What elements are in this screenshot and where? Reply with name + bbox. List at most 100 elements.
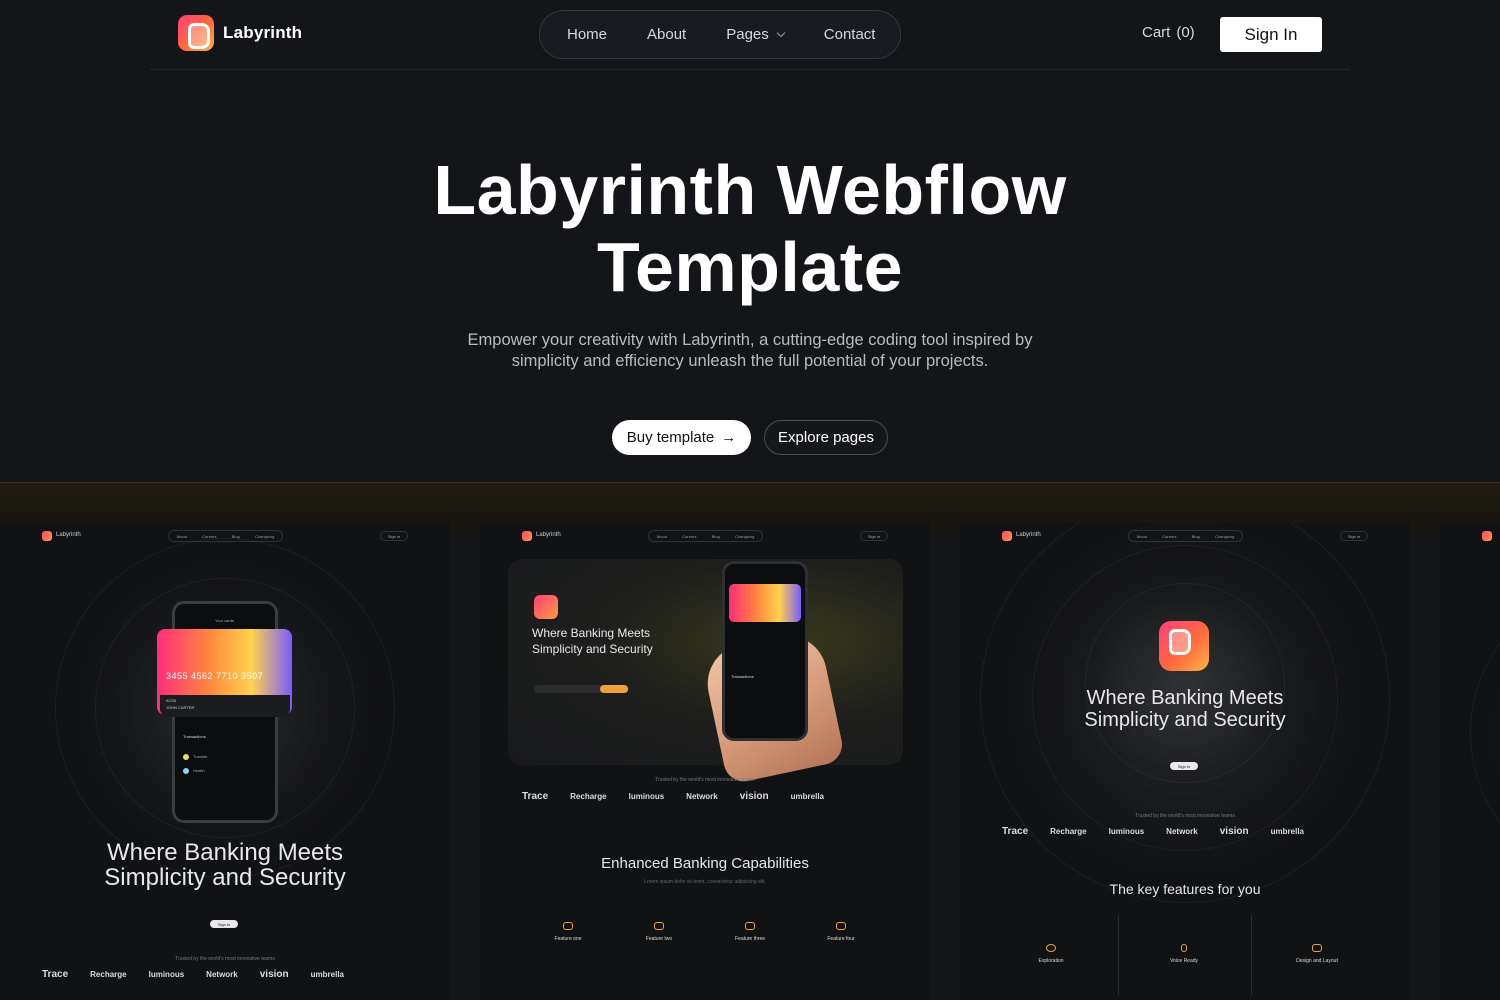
explore-pages-button[interactable]: Explore pages — [764, 420, 888, 455]
sign-in-button[interactable]: Sign In — [1220, 17, 1322, 52]
logo-umbrella: umbrella — [790, 792, 824, 801]
compass-icon — [1046, 944, 1056, 952]
transactions-label: Transactions — [183, 734, 206, 739]
menu-item-label: About — [647, 26, 687, 43]
mini-logo-icon — [1482, 531, 1492, 541]
logo-vision: vision — [1219, 826, 1249, 837]
mini-logo-icon — [1002, 531, 1012, 541]
trusted-text: Trusted by the world's most innovative t… — [175, 956, 275, 962]
trusted-text: Trusted by the world's most innovative t… — [1135, 813, 1235, 819]
menu-item-about[interactable]: About — [647, 26, 686, 43]
logo-luminous: luminous — [148, 970, 185, 979]
mini-logo-icon — [42, 531, 52, 541]
preview-card-home-1[interactable]: Labyrinth About Careers Blog Changelog S… — [0, 523, 450, 1000]
preview-card-home-2[interactable]: Labyrinth About Careers Blog Changelog S… — [480, 523, 930, 1000]
buy-template-label: Buy template — [626, 429, 715, 446]
phone-header: Your cards — [215, 618, 234, 623]
app-logo-icon — [1159, 621, 1209, 671]
menu-item-label: Contact — [823, 26, 876, 43]
feature-icon — [745, 922, 755, 930]
glow-rings — [1470, 583, 1500, 883]
preview-card-home-4[interactable] — [1440, 523, 1500, 1000]
feature-item: Feature two — [624, 922, 694, 942]
headline-line: Where Banking Meets — [1086, 687, 1284, 709]
mini-signin: Sign in — [380, 531, 408, 541]
phone-mockup: Transactions — [722, 561, 808, 741]
panel-headline: Where Banking Meets Simplicity and Secur… — [532, 625, 682, 657]
mini-brand: Labyrinth — [56, 532, 81, 538]
menu-item-pages[interactable]: Pages — [726, 26, 786, 43]
feature-title: Feature two — [645, 936, 673, 942]
preview-card-home-3[interactable]: Labyrinth About Careers Blog Changelog S… — [960, 523, 1410, 1000]
partner-logos: Trace Recharge luminous Network vision u… — [1002, 826, 1326, 837]
logo-recharge: Recharge — [1050, 827, 1087, 836]
logo-luminous: luminous — [1108, 827, 1145, 836]
mini-signin-pill: Sign in — [1170, 762, 1198, 770]
microphone-icon — [1181, 944, 1187, 952]
brand-name: Labyrinth — [223, 23, 303, 42]
card-number: 3455 4562 7710 3507 — [166, 671, 264, 681]
logo-umbrella: umbrella — [310, 970, 344, 979]
feature-item: Design and Layout — [1282, 944, 1352, 964]
menu-item-home[interactable]: Home — [567, 26, 607, 43]
hero-subtitle: Empower your creativity with Labyrinth, … — [467, 331, 1033, 370]
panel-logo-icon — [534, 595, 558, 619]
divider — [1251, 915, 1252, 995]
cart-link[interactable]: Cart (0) — [1142, 24, 1195, 41]
menu-item-contact[interactable]: Contact — [824, 26, 876, 43]
section-title: The key features for you — [1109, 881, 1261, 897]
feature-icon — [654, 922, 664, 930]
section-title: Enhanced Banking Capabilities — [601, 855, 809, 872]
labyrinth-logo-icon — [178, 15, 214, 51]
brand-link[interactable]: Labyrinth — [178, 15, 302, 51]
card-headline: Where Banking Meets Simplicity and Secur… — [960, 687, 1410, 731]
signup-pill — [600, 685, 628, 693]
feature-icon — [563, 922, 573, 930]
logo-umbrella: umbrella — [1270, 827, 1304, 836]
logo-recharge: Recharge — [90, 970, 127, 979]
logo-trace: Trace — [1002, 826, 1029, 837]
feature-item: Feature four — [806, 922, 876, 942]
logo-vision: vision — [259, 969, 289, 980]
feature-item: Exploration — [1016, 944, 1086, 964]
card-headline: Where Banking Meets Simplicity and Secur… — [0, 840, 450, 890]
feature-title: Feature four — [827, 936, 855, 942]
tx-row: Transfer — [183, 754, 208, 762]
logo-trace: Trace — [522, 791, 549, 802]
tx-dot — [183, 754, 189, 760]
hero-panel: Where Banking Meets Simplicity and Secur… — [508, 559, 903, 785]
feature-title: Exploration — [1038, 958, 1064, 964]
mini-menu: About Careers Blog Changelog — [648, 530, 763, 542]
feature-title: Voice Ready — [1169, 958, 1199, 964]
mini-menu-item: About — [176, 533, 188, 539]
headline-line: Where Banking Meets — [106, 839, 344, 866]
mini-logo-icon — [522, 531, 532, 541]
headline-line: Simplicity and Security — [532, 642, 653, 656]
mini-menu-item: Careers — [682, 533, 697, 539]
mini-menu-item: Changelog — [735, 533, 755, 539]
monitor-icon — [1312, 944, 1322, 952]
card-holder: JOHN CARTER — [166, 705, 195, 710]
card-expiry: 02/30 — [166, 698, 177, 703]
section-desc: Lorem ipsum dolor sit amet, consectetur … — [644, 879, 766, 885]
glow-rings — [1085, 583, 1285, 783]
trusted-text: Trusted by the world's most innovative t… — [655, 777, 755, 783]
card-details: 02/30 JOHN CARTER — [160, 695, 290, 717]
logo-trace: Trace — [42, 969, 69, 980]
logo-network: Network — [206, 970, 238, 979]
mini-signin: Sign in — [1340, 531, 1368, 541]
mini-menu-item: Blog — [711, 533, 720, 539]
cart-count: (0) — [1176, 24, 1195, 41]
mini-brand: Labyrinth — [1016, 532, 1041, 538]
feature-item: Voice Ready — [1149, 944, 1219, 964]
credit-card — [729, 584, 801, 622]
logo-network: Network — [1166, 827, 1198, 836]
logo-vision: vision — [739, 791, 769, 802]
mini-menu-item: About — [656, 533, 668, 539]
logo-network: Network — [686, 792, 718, 801]
mini-navbar: Labyrinth About Careers Blog Changelog S… — [480, 529, 930, 543]
transactions-label: Transactions — [731, 674, 754, 679]
tx-row: Health — [183, 768, 205, 776]
mini-signin: Sign in — [860, 531, 888, 541]
buy-template-button[interactable]: Buy template → — [612, 420, 751, 455]
